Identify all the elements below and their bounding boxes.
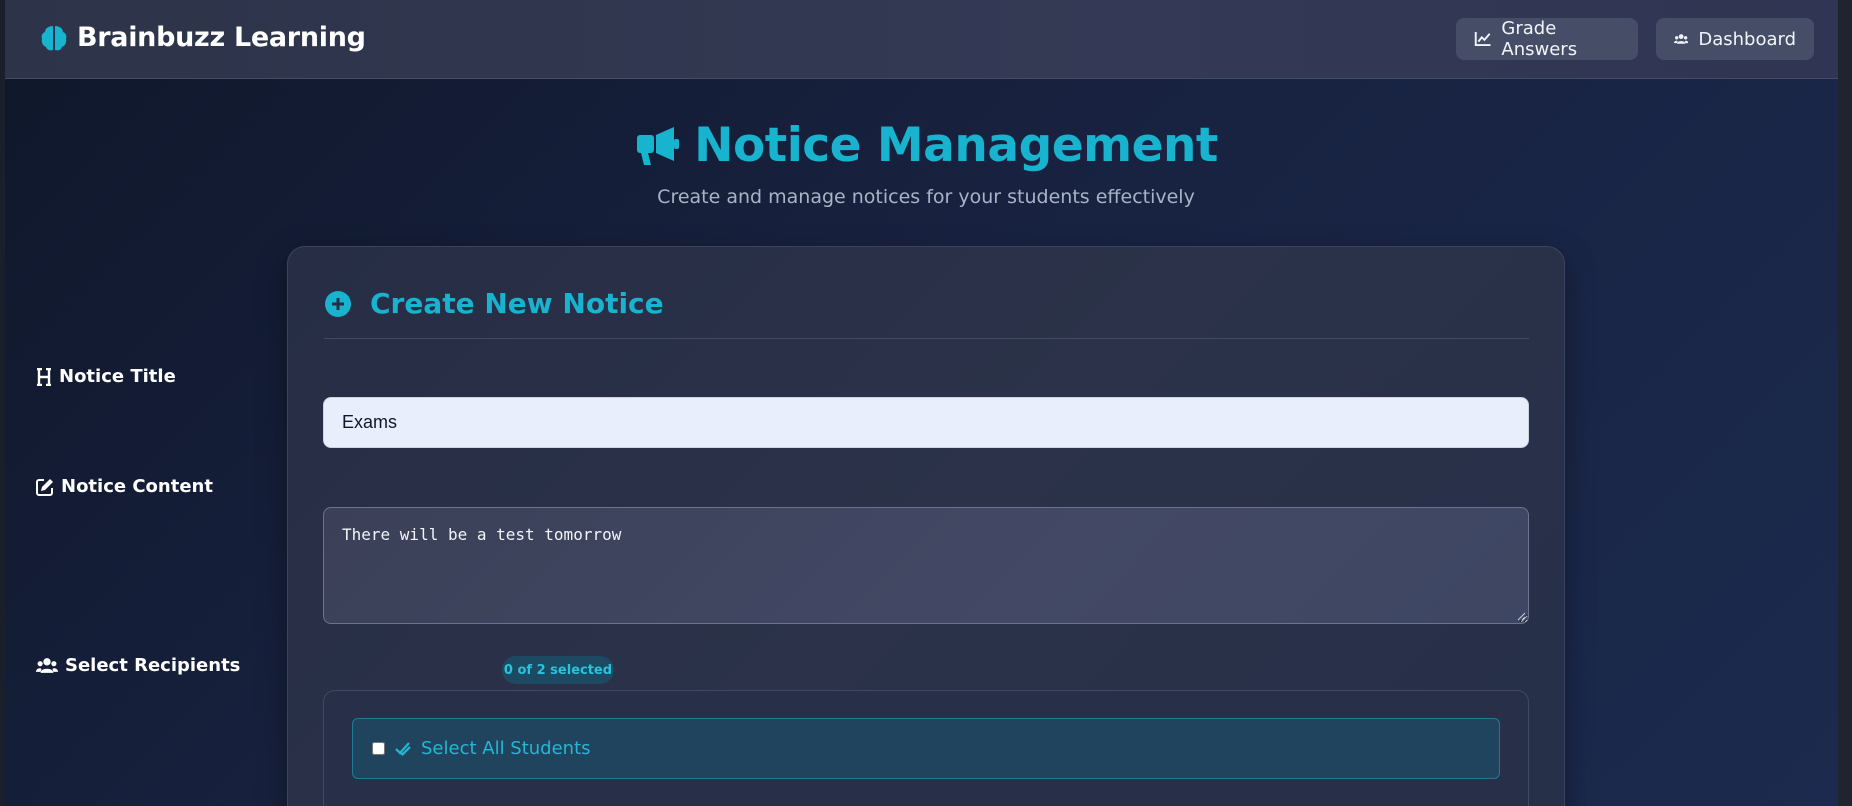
resize-grip-icon[interactable] [1517,612,1526,621]
dashboard-button[interactable]: Dashboard [1656,18,1814,60]
notice-content-label: Notice Content [36,476,213,497]
notice-content-textarea[interactable]: There will be a test tomorrow [323,507,1529,624]
double-check-icon [395,741,411,756]
select-recipients-label: Select Recipients [36,655,240,676]
grade-answers-label: Grade Answers [1501,18,1578,60]
select-all-students-option[interactable]: Select All Students [352,718,1500,779]
brain-icon [41,25,67,50]
plus-circle-icon [325,290,351,317]
notice-title-label-text: Notice Title [59,366,176,387]
users-icon [1674,34,1689,44]
card-title: Create New Notice [370,287,664,320]
notice-title-input[interactable] [323,397,1529,448]
page-subtitle: Create and manage notices for your stude… [657,186,1195,208]
selection-count-badge: 0 of 2 selected [502,656,614,684]
dashboard-label: Dashboard [1698,28,1796,50]
select-all-checkbox[interactable] [372,742,385,755]
page-title-text: Notice Management [694,118,1218,173]
heading-icon [37,367,51,386]
chart-line-icon [1474,32,1491,47]
page-title: Notice Management [0,118,1852,173]
select-all-label: Select All Students [421,738,591,759]
notice-content-label-text: Notice Content [61,476,213,497]
card-header: Create New Notice [324,287,664,320]
brand[interactable]: Brainbuzz Learning [41,22,366,53]
users-icon [36,658,58,673]
brand-name: Brainbuzz Learning [77,22,366,53]
navbar: Brainbuzz Learning Grade Answers Dashboa… [5,0,1838,79]
notice-title-label: Notice Title [36,366,176,387]
divider [324,338,1529,339]
grade-answers-button[interactable]: Grade Answers [1456,18,1638,60]
select-recipients-label-text: Select Recipients [65,655,241,676]
megaphone-icon [637,126,680,165]
edit-icon [36,478,53,496]
